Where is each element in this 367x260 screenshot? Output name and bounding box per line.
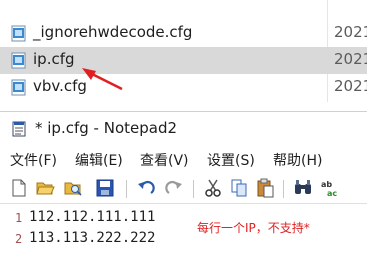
- file-name: ip.cfg: [33, 50, 75, 68]
- file-row-vbv-cfg[interactable]: vbv.cfg 2021: [0, 74, 367, 101]
- replace-icon[interactable]: ab ac: [320, 178, 340, 198]
- file-date: 2021: [334, 77, 367, 95]
- menu-bar: 文件(F) 编辑(E) 查看(V) 设置(S) 帮助(H): [0, 148, 367, 172]
- browse-folder-icon[interactable]: [63, 178, 83, 198]
- find-icon[interactable]: [293, 178, 313, 198]
- file-row-ip-cfg[interactable]: ip.cfg 2021: [0, 47, 367, 74]
- notepad-app-icon: [12, 121, 26, 137]
- config-file-icon: [11, 25, 26, 42]
- window-title: * ip.cfg - Notepad2: [35, 119, 178, 137]
- file-explorer-list: _ignorehwdecode.cfg 2021 ip.cfg 2021 vbv…: [0, 0, 367, 102]
- toolbar-separator: [193, 180, 194, 198]
- redo-icon[interactable]: [164, 178, 184, 198]
- line-number: 2: [15, 232, 23, 246]
- open-folder-icon[interactable]: [35, 178, 55, 198]
- text-editor[interactable]: 1 2 112.112.111.111 113.113.222.222 每行一个…: [0, 203, 367, 260]
- config-file-icon: [11, 79, 26, 96]
- menu-help[interactable]: 帮助(H): [273, 150, 322, 170]
- svg-text:ab: ab: [321, 180, 332, 189]
- line-number: 1: [15, 211, 23, 225]
- line-number-gutter: 1 2: [0, 204, 24, 260]
- undo-icon[interactable]: [136, 178, 156, 198]
- cut-icon[interactable]: [203, 178, 223, 198]
- file-row-ignorehwdecode[interactable]: _ignorehwdecode.cfg 2021: [0, 20, 367, 47]
- file-name: _ignorehwdecode.cfg: [33, 23, 193, 41]
- text-line[interactable]: 113.113.222.222: [29, 230, 155, 246]
- notepad2-window: * ip.cfg - Notepad2 文件(F) 编辑(E) 查看(V) 设置…: [0, 111, 367, 260]
- copy-icon[interactable]: [229, 178, 249, 198]
- toolbar-separator: [126, 180, 127, 198]
- menu-view[interactable]: 查看(V): [140, 150, 189, 170]
- save-icon[interactable]: [95, 178, 115, 198]
- config-file-icon: [11, 52, 26, 69]
- window-titlebar[interactable]: * ip.cfg - Notepad2: [0, 112, 367, 145]
- file-date: 2021: [334, 23, 367, 41]
- svg-text:ac: ac: [327, 189, 337, 198]
- annotation-note: 每行一个IP，不支持*: [197, 221, 310, 235]
- text-line[interactable]: 112.112.111.111: [29, 209, 155, 225]
- file-date: 2021: [334, 50, 367, 68]
- toolbar-separator: [283, 180, 284, 198]
- menu-edit[interactable]: 编辑(E): [75, 150, 123, 170]
- toolbar: ab ac: [0, 176, 367, 202]
- file-name: vbv.cfg: [33, 77, 87, 95]
- menu-settings[interactable]: 设置(S): [207, 150, 255, 170]
- paste-icon[interactable]: [255, 178, 275, 198]
- menu-file[interactable]: 文件(F): [10, 150, 57, 170]
- new-file-icon[interactable]: [9, 178, 29, 198]
